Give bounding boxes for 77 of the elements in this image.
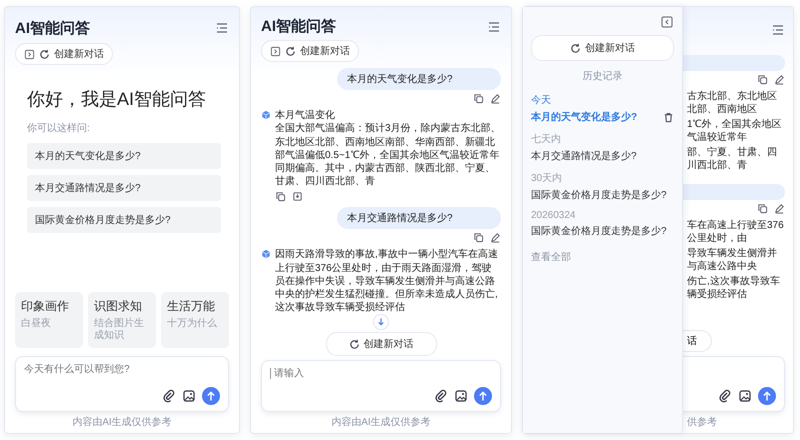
answer-text: 因雨天路滑导致的事故,事故中一辆小型汽车在高速上行驶至376公里处时，由于雨天路面湿滑，驾驶员在操作中失误，导致车辆发生侧滑并与高速公路中央的护栏发生猛烈碰撞。但所幸未造成人员伤亡,这次事故导致车辆受损经评估 [275,248,499,314]
history-heading: 历史记录 [582,70,624,83]
history-item[interactable]: 本月交通路情况是多少? [531,149,637,163]
history-item[interactable]: 国际黄金价格月度走势是多少? [531,224,667,238]
attach-icon[interactable] [434,389,448,403]
history-item[interactable]: 国际黄金价格月度走势是多少? [531,188,667,202]
image-icon[interactable] [182,389,196,403]
suggestion-button[interactable]: 本月交通路情况是多少? [27,175,221,201]
app-title: AI智能问答 [15,18,90,38]
feature-title: 识图求知 [94,298,143,315]
suggestion-button[interactable]: 本月的天气变化是多少? [27,143,221,169]
edit-icon[interactable] [490,93,501,104]
feature-subtitle: 十万为什么 [167,318,218,330]
disclaimer-text: 内容由AI生成仅供参考 [71,416,173,429]
disclaimer-text: 供参考 [686,416,718,429]
answer-text: 古东北部、东北地区北部、西南地区 [686,90,778,116]
copy-icon[interactable] [473,93,484,104]
refresh-icon [570,42,581,54]
delete-icon[interactable] [663,112,674,122]
app-title: AI智能问答 [261,17,336,36]
group-label: 20260324 [531,210,576,221]
feature-title: 印象画作 [21,298,70,315]
input-field[interactable]: 今天有什么可以帮到您? [24,364,220,375]
send-button[interactable] [202,387,220,405]
user-message: 本月的天气变化是多少? [337,68,501,90]
assistant-logo-icon [261,249,271,260]
sidebar-toggle-icon[interactable] [24,48,35,60]
new-chat-button[interactable]: 创建新对话 [326,332,436,356]
copy-icon[interactable] [757,74,768,85]
image-icon[interactable] [738,389,752,403]
collapse-icon[interactable] [660,15,674,29]
answer-text: 1℃外，全国其余地区气温较近常年 [686,118,783,144]
new-chat-button[interactable]: 创建新对话 [531,35,674,61]
edit-icon[interactable] [490,232,501,244]
answer-text: 伤亡,这次事故导致车辆受损经评估 [686,275,781,301]
feature-title: 生活万能 [167,298,216,315]
attach-icon[interactable] [162,389,176,403]
greeting-heading: 你好，我是AI智能问答 [27,88,208,111]
send-button[interactable] [758,387,776,405]
image-icon[interactable] [454,389,468,403]
disclaimer-text: 内容由AI生成仅供参考 [330,416,432,429]
refresh-icon [39,48,50,60]
sidebar-toggle-icon[interactable] [270,46,281,57]
menu-icon[interactable] [771,23,785,37]
copy-icon[interactable] [473,232,484,244]
group-label: 七天内 [531,132,562,146]
feature-subtitle: 白昼夜 [21,318,52,330]
group-label: 今天 [531,94,552,107]
hint-text: 你可以这样问: [27,122,91,135]
answer-text: 部、宁夏、甘肃、四川西北部、青 [686,146,778,172]
menu-icon[interactable] [215,21,229,35]
feature-card[interactable]: 印象画作 白昼夜 [15,292,83,348]
answer-text: 全国大部气温偏高：预计3月份，除内蒙古东北部、东北地区北部、西南地区南部、华南西部、新疆北部气温偏低0.5~1℃外，全国其余地区气温较近常年同期偏高。其中，内蒙古西部、陕西北部、宁夏、甘肃、四川西北部、青 [275,122,501,188]
feature-subtitle: 结合图片生成知识 [94,318,145,342]
new-chat-button[interactable]: 话 [683,330,712,352]
menu-icon[interactable] [487,20,501,34]
edit-icon[interactable] [774,74,785,85]
copy-icon[interactable] [275,191,286,202]
refresh-icon [348,338,360,350]
copy-icon[interactable] [757,203,768,214]
user-message: 本月交通路情况是多少? [337,207,501,230]
answer-text: 导致车辆发生侧滑并与高速公路中央 [686,247,778,273]
history-item[interactable]: 本月的天气变化是多少? [531,110,638,124]
group-label: 30天内 [531,172,564,185]
scroll-down-button[interactable] [373,314,389,330]
attach-icon[interactable] [718,389,732,403]
save-icon[interactable] [292,191,303,202]
answer-text: 车在高速上行驶至376公里处时，由 [686,219,785,245]
send-button[interactable] [474,387,492,405]
edit-icon[interactable] [774,203,785,214]
assistant-logo-icon [261,110,271,120]
refresh-icon [285,46,296,57]
suggestion-button[interactable]: 国际黄金价格月度走势是多少? [27,207,221,233]
feature-card[interactable]: 生活万能 十万为什么 [161,292,229,348]
input-field[interactable]: 请输入 [270,368,492,380]
feature-card[interactable]: 识图求知 结合图片生成知识 [88,292,156,348]
answer-title: 本月气温变化 [275,109,336,122]
